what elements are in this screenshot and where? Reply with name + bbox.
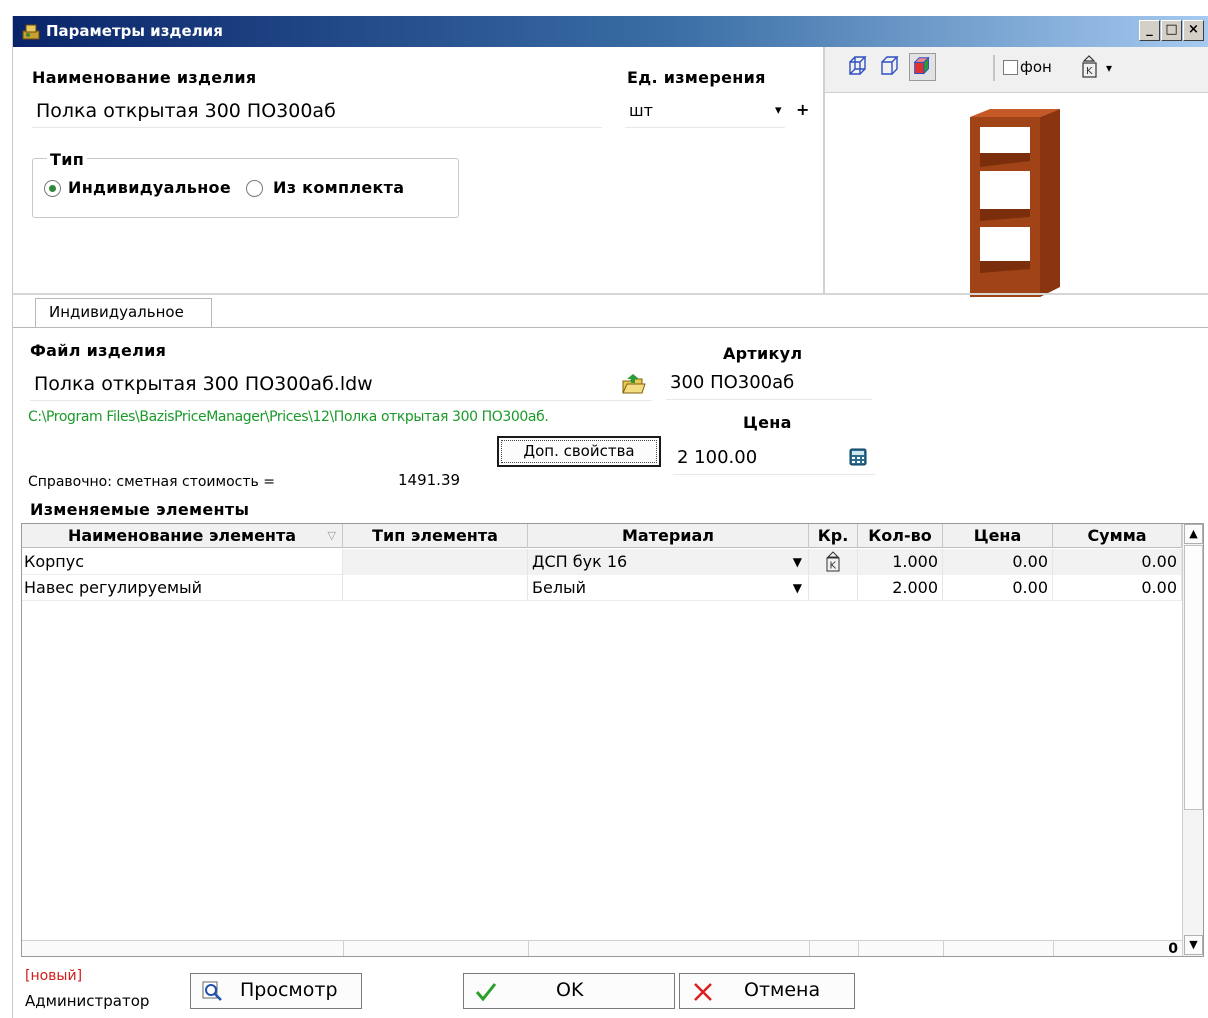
cell-sum[interactable]: 0.00 <box>1053 549 1182 575</box>
col-header-qty[interactable]: Кол-во <box>858 524 943 548</box>
hidden-lines-view-icon[interactable] <box>877 53 904 81</box>
reference-cost-value: 1491.39 <box>398 471 461 489</box>
scroll-up-icon[interactable]: ▲ <box>1184 524 1203 544</box>
ok-button[interactable]: OK <box>463 973 675 1009</box>
shelf-3d-model <box>970 109 1060 297</box>
svg-text:K: K <box>1086 66 1093 77</box>
product-name-label: Наименование изделия <box>32 68 257 87</box>
grid-scrollbar[interactable]: ▲ ▼ <box>1182 524 1203 956</box>
cell-type[interactable] <box>343 549 528 575</box>
cell-qty[interactable]: 1.000 <box>858 549 943 575</box>
col-header-price[interactable]: Цена <box>943 524 1053 548</box>
toolbar-separator <box>993 55 995 81</box>
table-row[interactable]: Корпус ДСП бук 16 ▼ K 1.000 0.00 0.00 <box>22 549 1182 575</box>
unit-label: Ед. измерения <box>627 68 766 87</box>
cell-qty[interactable]: 2.000 <box>858 575 943 601</box>
section-separator <box>13 293 1208 295</box>
price-label: Цена <box>743 413 792 432</box>
grid-header: Наименование элемента ▽ Тип элемента Мате… <box>22 524 1182 548</box>
checkmark-icon <box>475 983 497 1002</box>
cell-name[interactable]: Навес регулируемый <box>22 575 343 601</box>
title-bar: Параметры изделия _ □ × <box>13 16 1208 47</box>
elements-grid: Наименование элемента ▽ Тип элемента Мате… <box>21 523 1204 957</box>
radio-from-set-label[interactable]: Из комплекта <box>273 178 404 197</box>
status-state: [новый] <box>25 968 83 984</box>
preview-button[interactable]: Просмотр <box>190 973 362 1009</box>
col-header-material[interactable]: Материал <box>528 524 809 548</box>
close-button[interactable]: × <box>1183 20 1204 41</box>
col-header-type[interactable]: Тип элемента <box>343 524 528 548</box>
col-header-sum[interactable]: Сумма <box>1053 524 1182 548</box>
tab-baseline <box>13 327 1208 328</box>
svg-text:K: K <box>830 561 837 572</box>
cross-icon <box>694 983 712 1001</box>
table-row[interactable]: Навес регулируемый Белый ▼ 2.000 0.00 0.0… <box>22 575 1182 601</box>
cell-edge[interactable] <box>809 575 858 601</box>
background-checkbox-label: фон <box>1020 58 1052 76</box>
calculator-icon[interactable] <box>849 448 867 466</box>
product-name-input[interactable]: Полка открытая 300 ПО300аб <box>32 96 602 128</box>
shaded-view-icon[interactable] <box>909 53 936 81</box>
wireframe-view-icon[interactable] <box>845 53 872 81</box>
elements-section-title: Изменяемые элементы <box>30 500 250 519</box>
extra-properties-button[interactable]: Доп. свойства <box>497 436 661 467</box>
file-input[interactable]: Полка открытая 300 ПО300аб.ldw <box>30 369 652 401</box>
magnifier-icon <box>202 981 222 1001</box>
tab-individual[interactable]: Индивидуальное <box>35 298 212 328</box>
article-input[interactable]: 300 ПО300аб <box>666 368 872 400</box>
radio-individual[interactable] <box>44 180 61 197</box>
preview-toolbar: фон K ▾ <box>825 47 1208 93</box>
edge-marker-icon[interactable]: K <box>1076 53 1103 81</box>
unit-add-icon[interactable]: + <box>796 100 809 119</box>
col-header-edge[interactable]: Кр. <box>809 524 858 548</box>
cell-price[interactable]: 0.00 <box>943 549 1053 575</box>
cell-edge[interactable]: K <box>809 549 858 575</box>
background-checkbox[interactable] <box>1003 60 1018 75</box>
scroll-thumb[interactable] <box>1184 545 1203 810</box>
radio-individual-label[interactable]: Индивидуальное <box>68 178 231 197</box>
col-header-name[interactable]: Наименование элемента ▽ <box>22 524 343 548</box>
edge-dropdown-icon[interactable]: ▾ <box>1106 61 1112 75</box>
minimize-button[interactable]: _ <box>1139 20 1160 41</box>
scroll-down-icon[interactable]: ▼ <box>1184 935 1203 955</box>
grid-footer: 0 <box>22 940 1182 957</box>
app-icon <box>22 24 40 40</box>
cell-sum[interactable]: 0.00 <box>1053 575 1182 601</box>
open-file-icon[interactable] <box>620 371 646 397</box>
window-title: Параметры изделия <box>46 22 223 40</box>
unit-select[interactable]: шт <box>625 96 785 128</box>
reference-cost-label: Справочно: сметная стоимость = <box>28 474 275 490</box>
sort-arrow-icon: ▽ <box>327 529 336 542</box>
edge-marker-icon[interactable]: K <box>823 551 843 573</box>
price-input[interactable]: 2 100.00 <box>673 443 875 475</box>
type-group-label: Тип <box>47 150 88 169</box>
status-user: Администратор <box>25 992 150 1010</box>
cancel-button[interactable]: Отмена <box>679 973 855 1009</box>
maximize-button[interactable]: □ <box>1161 20 1182 41</box>
cell-type[interactable] <box>343 575 528 601</box>
grid-total: 0 <box>1168 941 1178 957</box>
cell-material[interactable]: ДСП бук 16 ▼ <box>528 549 809 575</box>
material-dropdown-icon[interactable]: ▼ <box>793 575 802 601</box>
cell-price[interactable]: 0.00 <box>943 575 1053 601</box>
product-parameters-window: Параметры изделия _ □ × Наименование изд… <box>12 16 1208 1018</box>
cell-material[interactable]: Белый ▼ <box>528 575 809 601</box>
material-dropdown-icon[interactable]: ▼ <box>793 549 802 575</box>
unit-dropdown-icon[interactable]: ▾ <box>775 103 782 118</box>
article-label: Артикул <box>723 344 803 363</box>
file-label: Файл изделия <box>30 341 167 360</box>
radio-from-set[interactable] <box>246 180 263 197</box>
3d-preview-panel: фон K ▾ <box>823 47 1208 297</box>
file-path-text: C:\Program Files\BazisPriceManager\Price… <box>28 409 549 425</box>
cell-name[interactable]: Корпус <box>22 549 343 575</box>
